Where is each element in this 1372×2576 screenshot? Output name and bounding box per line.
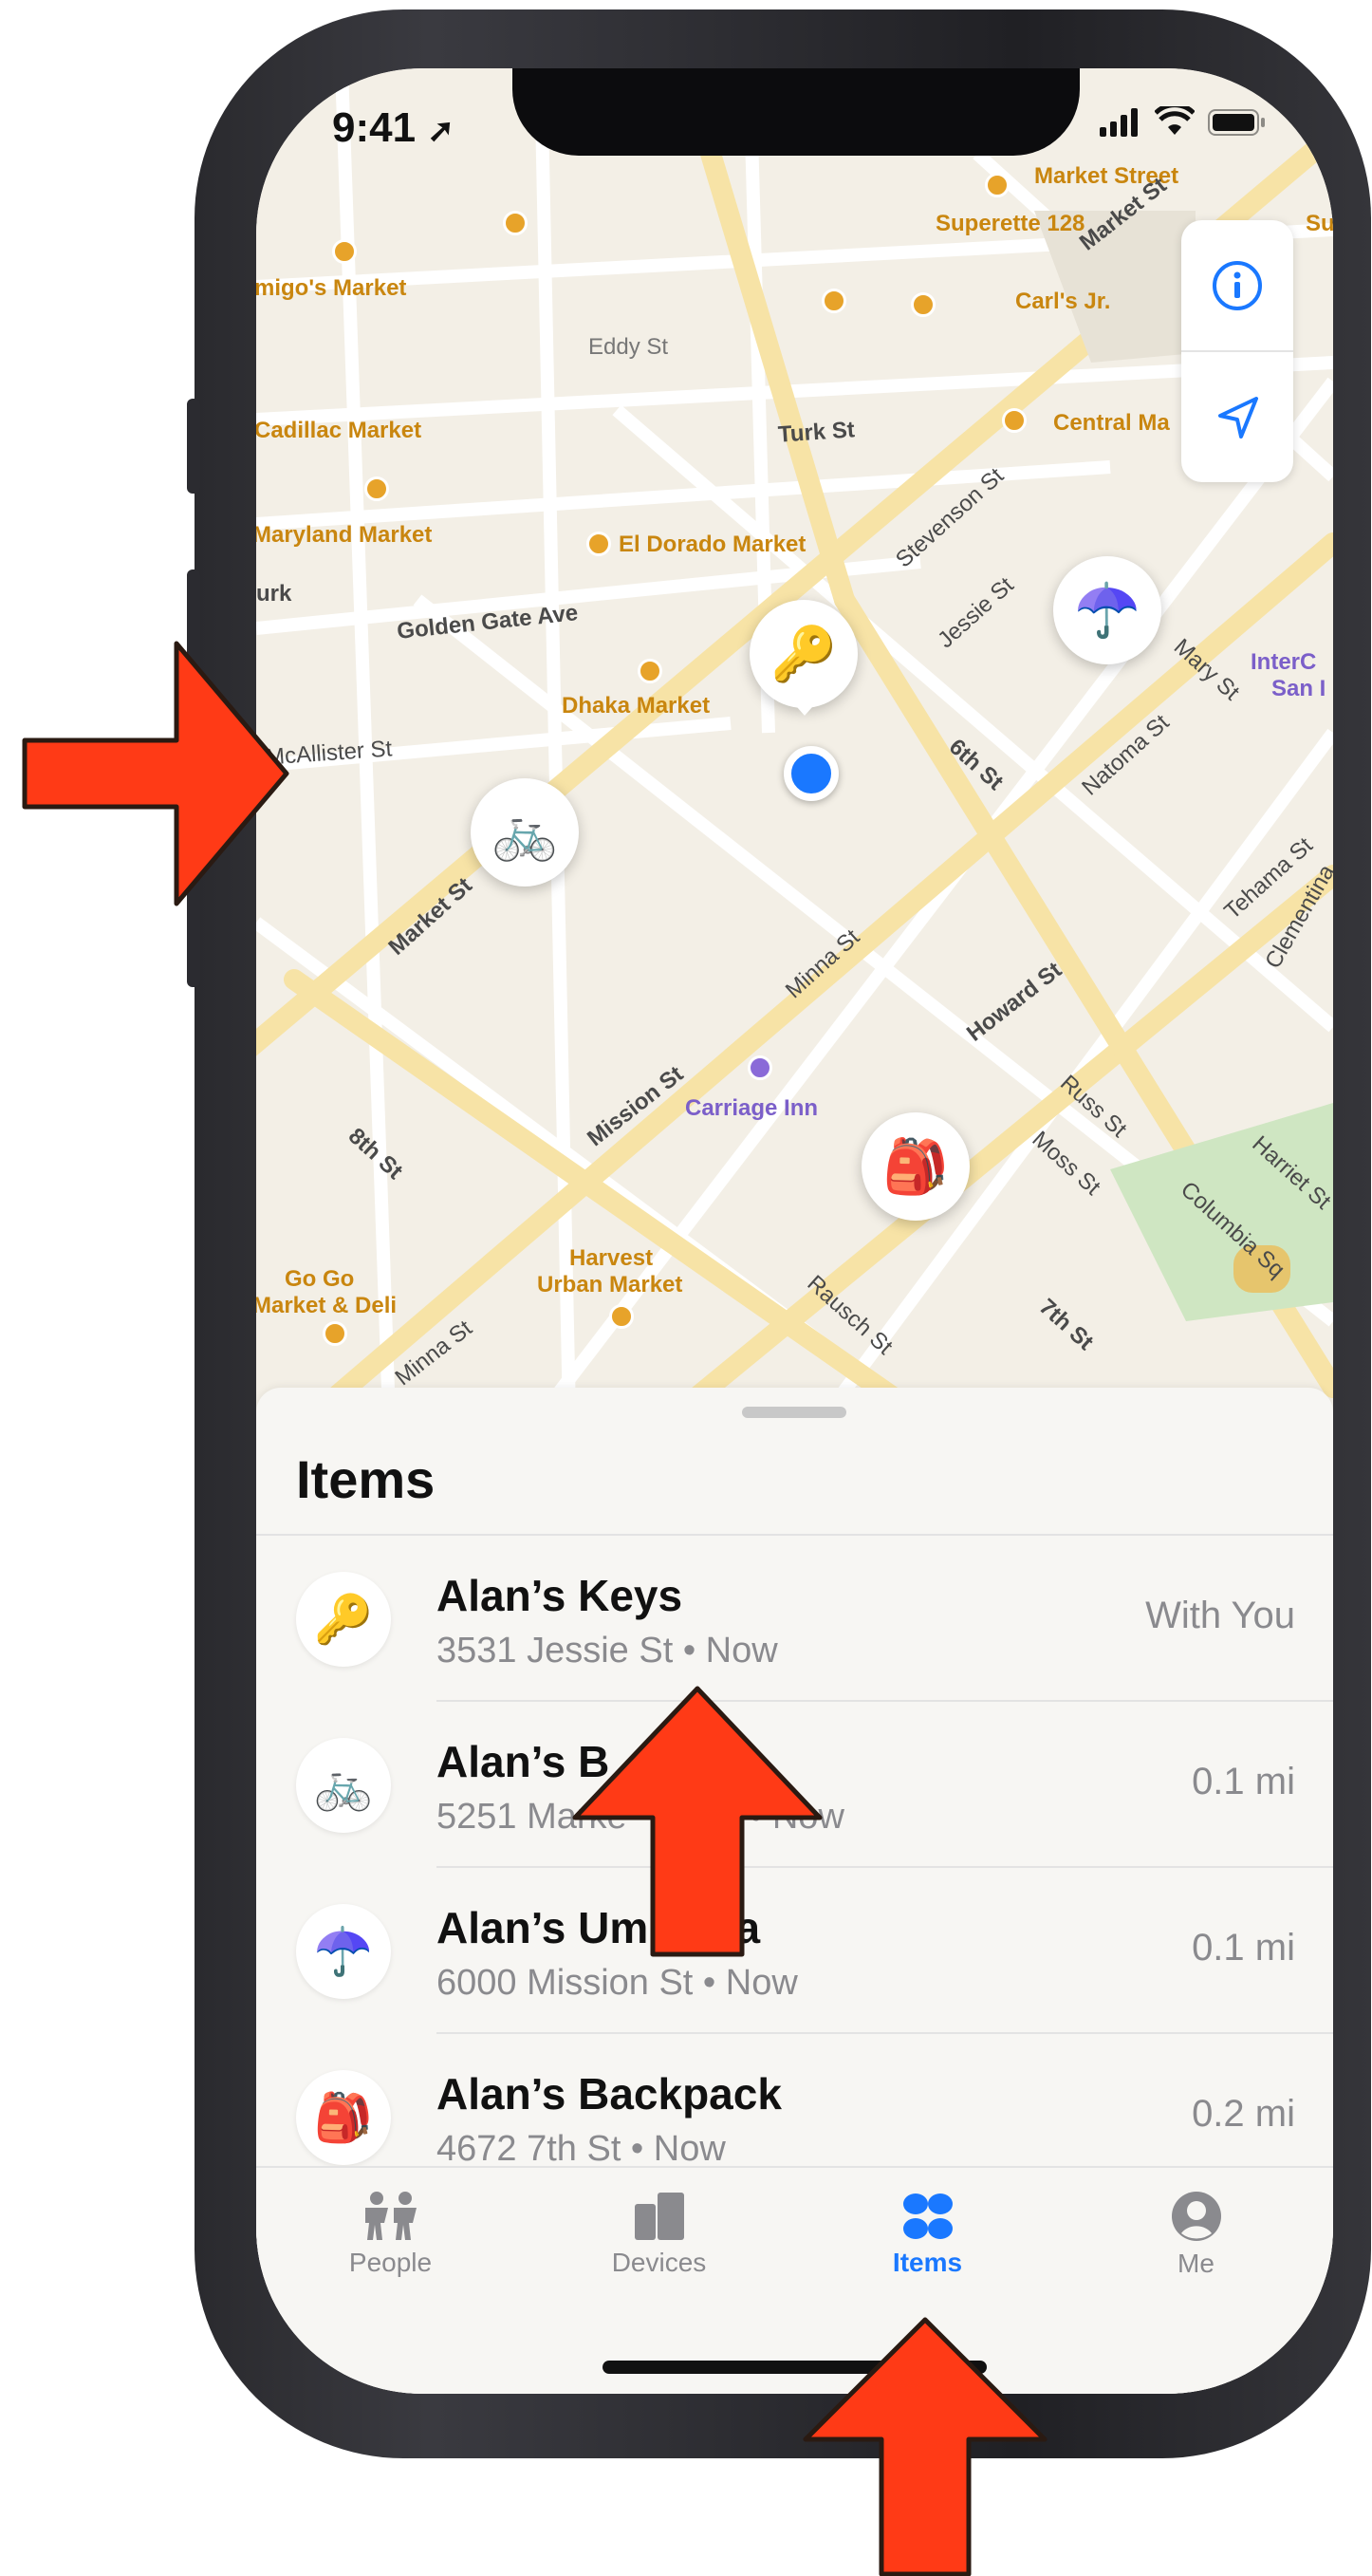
poi-marker[interactable] bbox=[985, 173, 1010, 197]
item-location: 3531 Jessie St • Now bbox=[436, 1631, 778, 1671]
devices-icon bbox=[634, 2193, 684, 2240]
poi-label[interactable]: Superette 128 bbox=[936, 211, 1085, 237]
poi-label[interactable]: Carl's Jr. bbox=[1015, 289, 1110, 315]
poi-marker[interactable] bbox=[332, 239, 357, 264]
item-row-backpack[interactable]: 🎒 Alan’s Backpack 4672 7th St • Now 0.2 … bbox=[256, 2034, 1333, 2167]
keys-map-pin[interactable]: 🔑 bbox=[750, 600, 858, 708]
poi-marker[interactable] bbox=[364, 476, 389, 501]
phone-side-button bbox=[187, 399, 200, 494]
person-circle-icon bbox=[1171, 2192, 1221, 2241]
item-name: Alan’s Keys bbox=[436, 1571, 683, 1620]
key-icon: 🔑 bbox=[296, 1572, 391, 1667]
street-label: Su bbox=[1306, 211, 1333, 236]
items-icon bbox=[902, 2193, 953, 2239]
sheet-grabber[interactable] bbox=[742, 1407, 846, 1418]
poi-marker[interactable] bbox=[609, 1304, 634, 1329]
sheet-title: Items bbox=[296, 1449, 436, 1509]
poi-label[interactable]: Central Ma bbox=[1053, 410, 1170, 437]
poi-label[interactable]: Urban Market bbox=[537, 1272, 682, 1298]
poi-marker[interactable] bbox=[323, 1321, 347, 1346]
battery-icon bbox=[1208, 109, 1265, 136]
poi-label[interactable]: Carriage Inn bbox=[685, 1095, 818, 1122]
current-location-dot[interactable] bbox=[784, 746, 839, 801]
item-status: 0.1 mi bbox=[1192, 1761, 1295, 1802]
tab-items[interactable]: Items bbox=[793, 2168, 1062, 2301]
bicycle-map-pin[interactable]: 🚲 bbox=[471, 778, 579, 887]
tab-bar: People Devices Items Me bbox=[256, 2166, 1333, 2394]
backpack-icon: 🎒 bbox=[882, 1136, 949, 1196]
annotation-arrow-up-icon bbox=[572, 1686, 823, 1957]
poi-label[interactable]: InterC bbox=[1251, 649, 1316, 676]
bicycle-icon: 🚲 bbox=[491, 802, 558, 862]
umbrella-map-pin[interactable]: ☂️ bbox=[1053, 556, 1161, 664]
umbrella-icon: ☂️ bbox=[1074, 580, 1140, 640]
map-street-grid bbox=[256, 68, 1333, 1416]
item-name: Alan’s Backpack bbox=[436, 2069, 782, 2119]
tab-label: Devices bbox=[611, 2248, 707, 2277]
poi-label[interactable]: Go Go bbox=[285, 1266, 354, 1293]
poi-label[interactable]: Dhaka Market bbox=[562, 693, 710, 719]
street-label: Eddy St bbox=[588, 334, 669, 360]
street-label: urk bbox=[256, 581, 292, 607]
info-icon bbox=[1213, 260, 1262, 310]
poi-marker[interactable] bbox=[586, 532, 611, 556]
poi-marker[interactable] bbox=[748, 1055, 772, 1080]
bicycle-icon: 🚲 bbox=[296, 1738, 391, 1833]
key-icon: 🔑 bbox=[770, 624, 837, 683]
item-status: 0.1 mi bbox=[1192, 1927, 1295, 1969]
tab-people[interactable]: People bbox=[256, 2168, 525, 2301]
poi-marker[interactable] bbox=[822, 289, 846, 313]
location-arrow-icon bbox=[1218, 396, 1258, 439]
poi-label[interactable]: Maryland Market bbox=[256, 522, 432, 549]
people-icon bbox=[364, 2192, 417, 2240]
map-info-button[interactable] bbox=[1181, 220, 1293, 350]
tab-me[interactable]: Me bbox=[1062, 2168, 1330, 2301]
map-view[interactable]: Market Street Superette 128 Carl's Jr. m… bbox=[256, 68, 1333, 1416]
taylor-st-road bbox=[692, 115, 855, 610]
poi-label[interactable]: Cadillac Market bbox=[256, 418, 421, 444]
poi-label[interactable]: migo's Market bbox=[256, 275, 406, 302]
cellular-signal-icon bbox=[1100, 108, 1138, 137]
poi-marker[interactable] bbox=[911, 292, 936, 317]
item-status: With You bbox=[1145, 1595, 1295, 1636]
poi-label[interactable]: San I bbox=[1271, 676, 1326, 702]
phone-screen: Market Street Superette 128 Carl's Jr. m… bbox=[256, 68, 1333, 2394]
item-location: 4672 7th St • Now bbox=[436, 2129, 726, 2167]
poi-label[interactable]: El Dorado Market bbox=[619, 532, 806, 558]
street-label: Turk St bbox=[777, 417, 856, 448]
status-icons bbox=[1100, 106, 1267, 137]
umbrella-icon: ☂️ bbox=[296, 1904, 391, 1999]
poi-marker[interactable] bbox=[638, 659, 662, 683]
tab-label: Me bbox=[1177, 2249, 1214, 2278]
item-location: 6000 Mission St • Now bbox=[436, 1963, 798, 2003]
map-locate-button[interactable] bbox=[1181, 350, 1293, 482]
poi-label[interactable]: Market & Deli bbox=[256, 1293, 397, 1319]
wifi-icon bbox=[1155, 106, 1195, 135]
status-time: 9:41 ➚ bbox=[332, 104, 454, 151]
poi-label[interactable]: Harvest bbox=[569, 1245, 653, 1272]
tab-label: People bbox=[348, 2248, 433, 2277]
annotation-arrow-up-icon bbox=[803, 2317, 1048, 2576]
backpack-icon: 🎒 bbox=[296, 2070, 391, 2165]
item-row-keys[interactable]: 🔑 Alan’s Keys 3531 Jessie St • Now With … bbox=[256, 1536, 1333, 1702]
tab-devices[interactable]: Devices bbox=[525, 2168, 793, 2301]
item-status: 0.2 mi bbox=[1192, 2093, 1295, 2135]
annotation-arrow-right-icon bbox=[22, 641, 289, 906]
notch bbox=[512, 68, 1080, 156]
poi-marker[interactable] bbox=[1002, 408, 1027, 433]
location-services-icon: ➚ bbox=[427, 113, 454, 149]
backpack-map-pin[interactable]: 🎒 bbox=[862, 1112, 970, 1221]
map-controls bbox=[1181, 220, 1293, 482]
tab-label: Items bbox=[892, 2248, 963, 2277]
pin-pointer bbox=[789, 699, 820, 716]
poi-marker[interactable] bbox=[503, 211, 528, 235]
